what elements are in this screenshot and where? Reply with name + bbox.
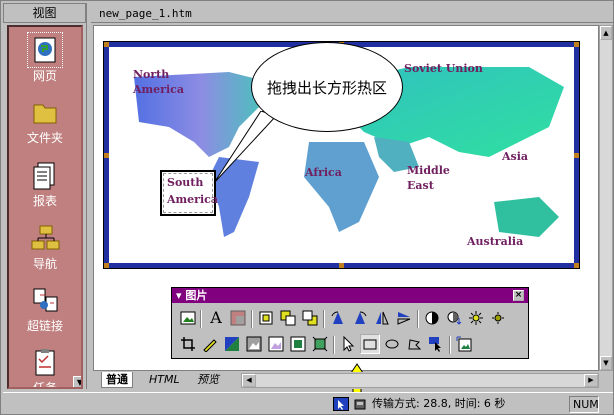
label-africa: Africa bbox=[305, 166, 342, 179]
hyperlinks-icon bbox=[30, 285, 60, 315]
hotspot-label-line2: America bbox=[167, 193, 218, 206]
tasks-icon bbox=[30, 347, 60, 377]
rectangle-hotspot-icon[interactable] bbox=[360, 334, 380, 354]
rotate-left-icon[interactable] bbox=[328, 308, 348, 328]
transfer-time-status: 传输方式: 28.8, 时间: 6 秒 bbox=[372, 397, 506, 410]
frontpage-window: 视图 网页 文件夹 报表 导航 超链接 任务 ▼ new_page_1.htm … bbox=[0, 0, 614, 415]
scroll-down-button[interactable]: ▼ bbox=[600, 356, 612, 370]
label-north-america: North America bbox=[133, 68, 184, 96]
tab-preview[interactable]: 预览 bbox=[193, 372, 223, 388]
crop-icon[interactable] bbox=[178, 334, 198, 354]
callout-bubble: 拖拽出长方形热区 bbox=[251, 42, 403, 132]
select-icon[interactable] bbox=[338, 334, 358, 354]
status-select-icon bbox=[333, 397, 349, 411]
rotate-right-icon[interactable] bbox=[350, 308, 370, 328]
label-soviet-union: Soviet Union bbox=[404, 62, 483, 75]
file-tab-bar: new_page_1.htm bbox=[91, 5, 613, 23]
polygon-hotspot-icon[interactable] bbox=[404, 334, 424, 354]
navigation-icon bbox=[30, 223, 60, 253]
resize-handle[interactable] bbox=[574, 153, 579, 158]
flip-horizontal-icon[interactable] bbox=[372, 308, 392, 328]
sidebar-item-folders[interactable]: 文件夹 bbox=[9, 97, 81, 146]
label-asia: Asia bbox=[502, 150, 529, 163]
picture-toolbar: ▾ 图片 × A bbox=[171, 287, 529, 359]
tab-normal[interactable]: 普通 bbox=[101, 372, 133, 388]
callout-text: 拖拽出长方形热区 bbox=[266, 79, 387, 97]
sidebar-scroll-down-button[interactable]: ▼ bbox=[73, 376, 81, 387]
flip-vertical-icon[interactable] bbox=[394, 308, 414, 328]
more-brightness-icon[interactable] bbox=[466, 308, 486, 328]
insert-picture-icon[interactable] bbox=[178, 308, 198, 328]
sidebar-item-reports[interactable]: 报表 bbox=[9, 160, 81, 209]
less-brightness-icon[interactable] bbox=[488, 308, 508, 328]
num-lock-indicator: NUM bbox=[569, 396, 599, 413]
set-transparent-color-icon[interactable] bbox=[222, 334, 242, 354]
sidebar-item-navigation[interactable]: 导航 bbox=[9, 223, 81, 272]
resize-handle[interactable] bbox=[104, 263, 109, 268]
line-style-icon[interactable] bbox=[200, 334, 220, 354]
status-bar: 传输方式: 28.8, 时间: 6 秒 NUM bbox=[3, 392, 613, 414]
sidebar-item-label: 文件夹 bbox=[26, 131, 63, 145]
position-absolutely-icon[interactable] bbox=[256, 308, 276, 328]
hotspot-label-line1: South bbox=[167, 176, 204, 189]
vertical-scrollbar[interactable]: ▲ ▼ bbox=[599, 25, 613, 371]
file-tab[interactable]: new_page_1.htm bbox=[99, 5, 192, 23]
more-contrast-icon[interactable] bbox=[422, 308, 442, 328]
auto-thumbnail-icon[interactable] bbox=[228, 308, 248, 328]
views-bar: 视图 网页 文件夹 报表 导航 超链接 任务 ▼ bbox=[3, 3, 87, 389]
text-icon[interactable]: A bbox=[206, 308, 226, 328]
highlight-hotspots-icon[interactable] bbox=[426, 334, 446, 354]
sidebar-item-label: 导航 bbox=[32, 257, 57, 271]
resize-handle[interactable] bbox=[104, 153, 109, 158]
reports-icon bbox=[30, 160, 60, 190]
folder-icon bbox=[30, 97, 60, 127]
sidebar-item-label: 任务 bbox=[32, 381, 57, 389]
web-page-icon bbox=[27, 32, 63, 68]
close-icon[interactable]: × bbox=[513, 290, 524, 301]
sidebar-item-label: 网页 bbox=[32, 69, 57, 83]
less-contrast-icon[interactable] bbox=[444, 308, 464, 328]
resize-handle[interactable] bbox=[574, 42, 579, 47]
resample-icon[interactable] bbox=[310, 334, 330, 354]
resize-handle[interactable] bbox=[104, 42, 109, 47]
resize-handle[interactable] bbox=[574, 263, 579, 268]
picture-toolbar-title: 图片 bbox=[185, 289, 208, 302]
wash-out-icon[interactable] bbox=[266, 334, 286, 354]
label-middle-east: Middle East bbox=[407, 164, 450, 192]
bevel-icon[interactable] bbox=[288, 334, 308, 354]
scroll-up-button[interactable]: ▲ bbox=[600, 26, 612, 40]
sidebar-item-label: 报表 bbox=[32, 194, 57, 208]
modem-icon bbox=[353, 397, 367, 411]
views-bar-body: 网页 文件夹 报表 导航 超链接 任务 ▼ bbox=[7, 25, 83, 389]
views-bar-title: 视图 bbox=[3, 3, 86, 23]
resize-handle[interactable] bbox=[339, 263, 344, 268]
sidebar-item-page[interactable]: 网页 bbox=[9, 32, 81, 84]
label-australia: Australia bbox=[467, 235, 524, 248]
black-white-icon[interactable] bbox=[244, 334, 264, 354]
scroll-left-button[interactable]: ◀ bbox=[242, 374, 256, 387]
horizontal-scrollbar[interactable]: ◀ ▶ bbox=[241, 373, 599, 388]
toolbar-menu-arrow-icon[interactable]: ▾ bbox=[176, 289, 185, 302]
send-backward-icon[interactable] bbox=[300, 308, 320, 328]
sidebar-item-label: 超链接 bbox=[26, 319, 63, 333]
bring-forward-icon[interactable] bbox=[278, 308, 298, 328]
callout-pointer bbox=[213, 111, 277, 184]
circle-hotspot-icon[interactable] bbox=[382, 334, 402, 354]
tab-html[interactable]: HTML bbox=[145, 372, 184, 388]
scroll-right-button[interactable]: ▶ bbox=[584, 374, 598, 387]
picture-toolbar-titlebar[interactable]: ▾ 图片 × bbox=[172, 288, 528, 303]
sidebar-item-tasks[interactable]: 任务 bbox=[9, 347, 81, 389]
sidebar-item-hyperlinks[interactable]: 超链接 bbox=[9, 285, 81, 334]
restore-icon[interactable] bbox=[454, 334, 474, 354]
